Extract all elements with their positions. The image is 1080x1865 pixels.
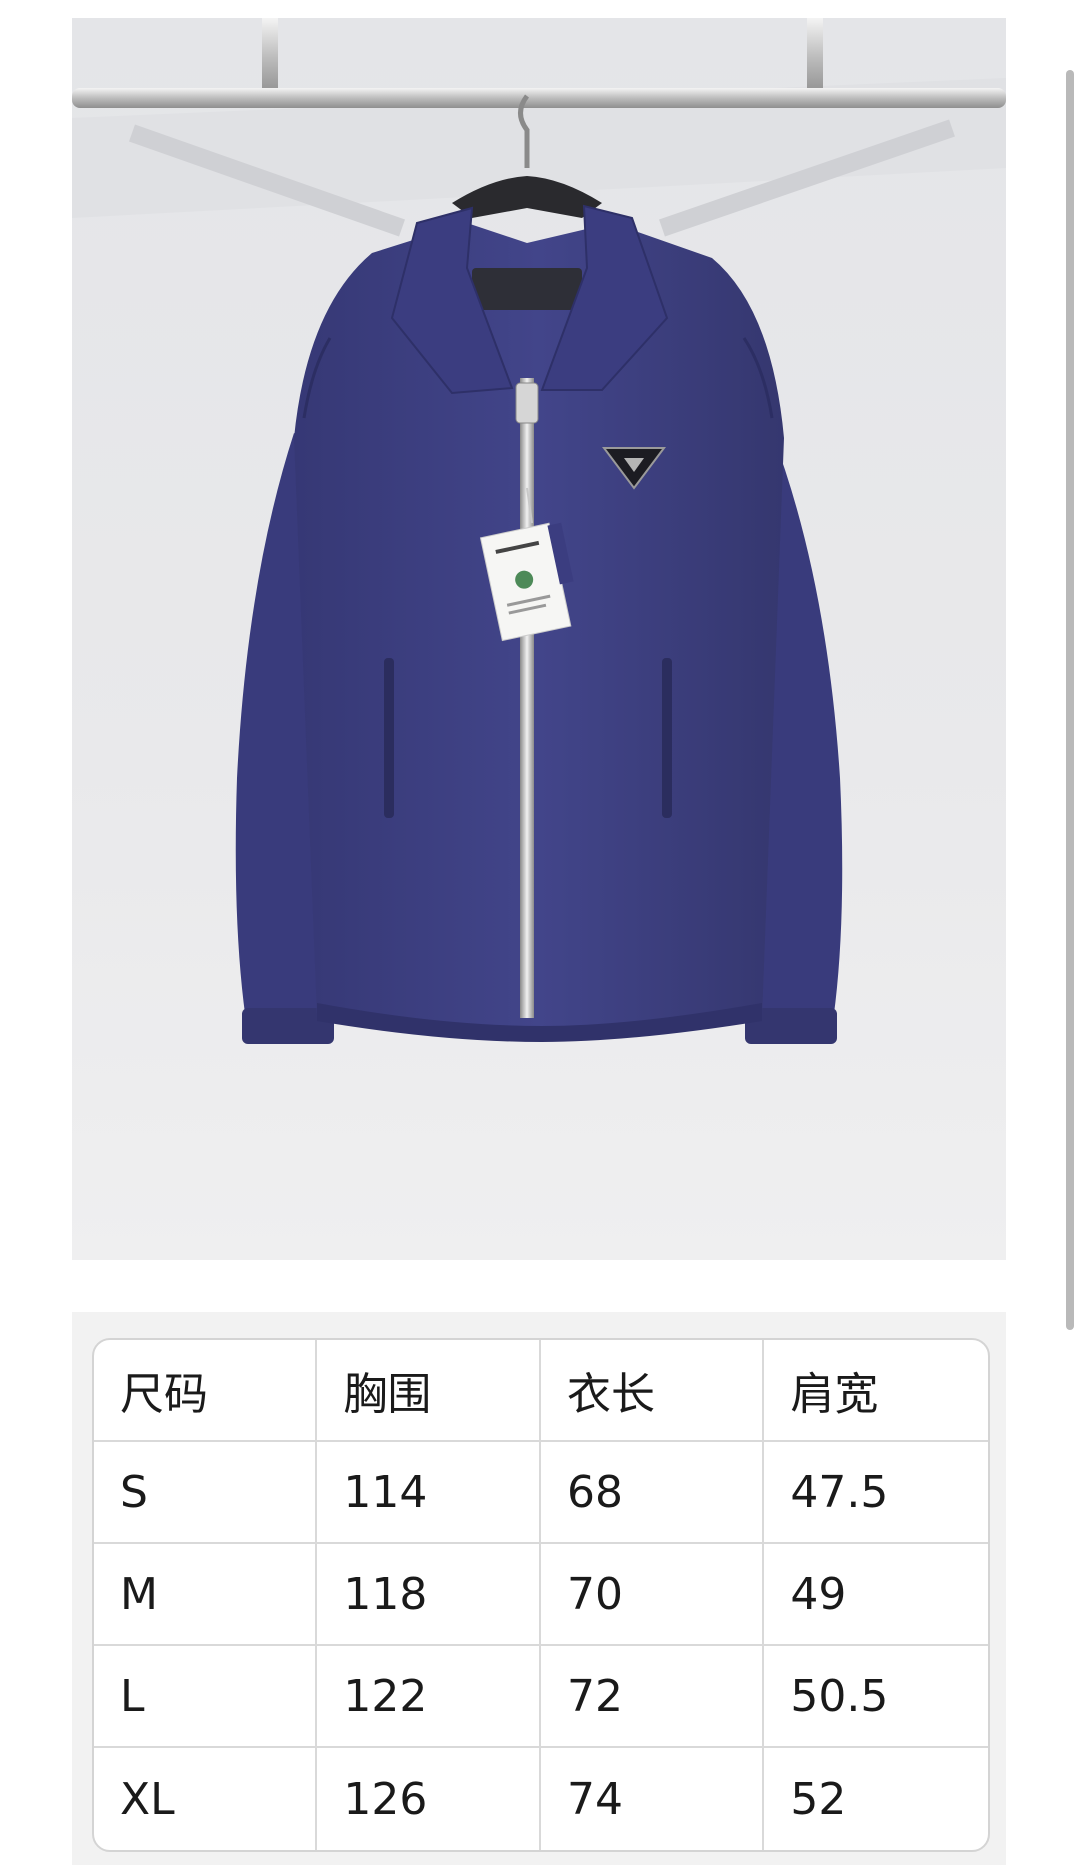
cell-size: XL [94,1748,318,1850]
header-length: 衣长 [540,1340,765,1442]
left-pocket [384,658,394,818]
cell-chest: 126 [317,1748,541,1850]
cell-chest: 118 [317,1544,541,1646]
table-row: S 114 68 47.5 [94,1442,988,1544]
table-row: L 122 72 50.5 [94,1646,988,1748]
cell-size: L [94,1646,318,1748]
rail-support-right [807,18,823,96]
cell-chest: 122 [317,1646,541,1748]
zipper [520,378,534,1018]
cell-shoulder: 50.5 [764,1646,988,1748]
neck-label [472,268,582,310]
table-row: XL 126 74 52 [94,1748,988,1850]
page-scrollbar[interactable] [1066,70,1074,1330]
clothing-rail [72,88,1006,108]
cell-length: 72 [540,1646,765,1748]
zipper-pull [515,382,539,424]
cell-chest: 114 [317,1442,541,1544]
table-header-row: 尺码 胸围 衣长 肩宽 [94,1340,988,1442]
size-chart-table: 尺码 胸围 衣长 肩宽 S 114 68 47.5 M 118 70 49 L … [92,1338,990,1852]
header-size: 尺码 [94,1340,318,1442]
product-photo[interactable] [72,18,1006,1260]
cell-size: S [94,1442,318,1544]
cell-length: 68 [540,1442,765,1544]
cell-length: 70 [540,1544,765,1646]
cell-length: 74 [541,1748,765,1850]
header-shoulder: 肩宽 [764,1340,988,1442]
cell-size: M [94,1544,318,1646]
right-pocket [662,658,672,818]
jacket-illustration [72,18,1006,1260]
header-chest: 胸围 [317,1340,541,1442]
rail-support-left [262,18,278,96]
cell-shoulder: 47.5 [764,1442,988,1544]
cell-shoulder: 52 [790,1773,847,1825]
cell-shoulder: 49 [764,1544,988,1646]
size-chart-card: 尺码 胸围 衣长 肩宽 S 114 68 47.5 M 118 70 49 L … [72,1312,1006,1865]
table-row: M 118 70 49 [94,1544,988,1646]
